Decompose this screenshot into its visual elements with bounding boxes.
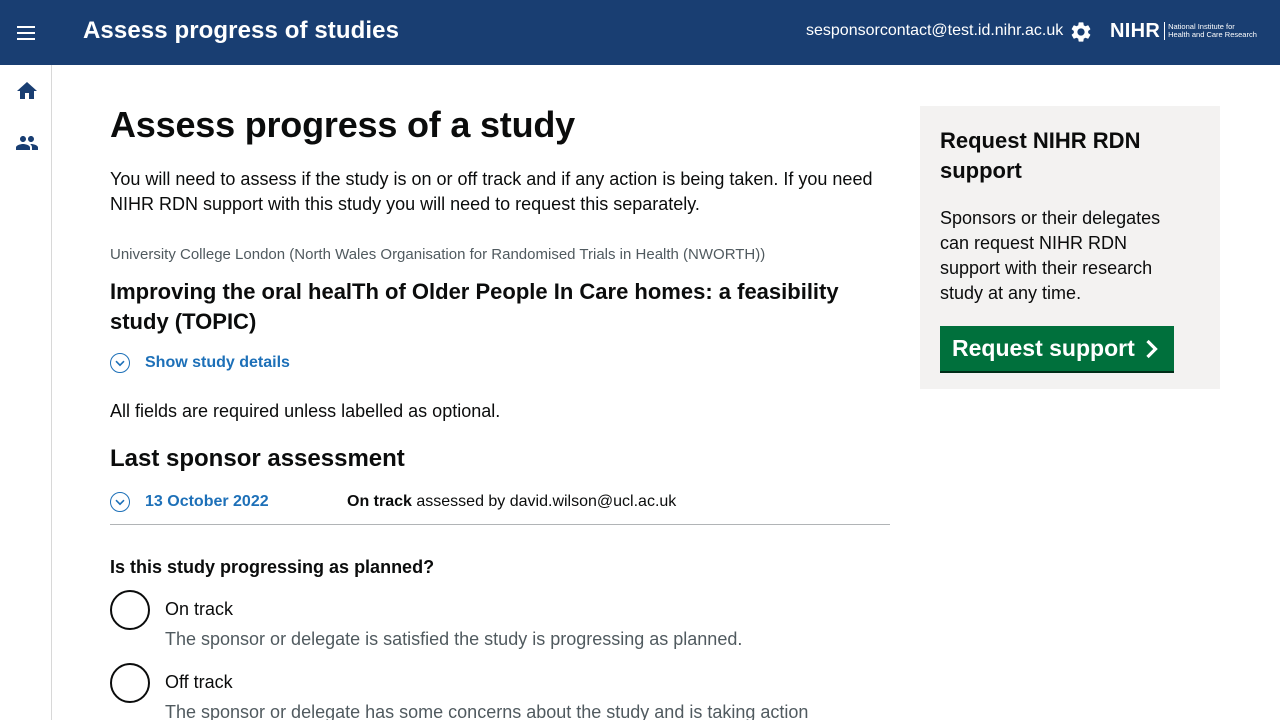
aside-title: Request NIHR RDN support [940,128,1141,183]
study-title: Improving the oral healTh of Older Peopl… [110,279,839,334]
app-title: Assess progress of studies [83,17,400,44]
logo-sub-text: National Institute for Health and Care R… [1168,22,1257,40]
radio-label: On track [165,599,234,619]
chevron-right-icon [1146,339,1158,358]
logo-sub-line2: Health and Care Research [1168,30,1257,39]
side-navigation [0,65,52,720]
radio-button[interactable] [110,663,150,703]
show-study-details-toggle[interactable]: Show study details [110,352,290,374]
intro-text: You will need to assess if the study is … [110,169,873,214]
assessment-date: 13 October 2022 [145,493,269,510]
gear-icon[interactable] [1069,20,1093,44]
last-assessment-heading: Last sponsor assessment [110,445,405,472]
show-study-details-label: Show study details [145,354,290,371]
request-support-button[interactable]: Request support [940,326,1174,371]
logo-main-text: NIHR [1110,19,1161,42]
request-support-label: Request support [952,335,1135,361]
radio-hint: The sponsor or delegate is satisfied the… [165,629,743,649]
radio-label: Off track [165,672,233,692]
nihr-logo[interactable]: NIHR National Institute for Health and C… [1110,19,1257,43]
top-header: Assess progress of studies sesponsorcont… [0,0,1280,65]
home-icon[interactable] [15,79,39,103]
progress-question: Is this study progressing as planned? [110,557,435,577]
assessment-status: On track assessed by david.wilson@ucl.ac… [347,493,676,511]
organisation-name: University College London (North Wales O… [110,246,766,263]
assessment-details-toggle[interactable]: 13 October 2022 [110,492,269,512]
people-icon[interactable] [15,131,39,155]
request-support-panel: Request NIHR RDN support Sponsors or the… [920,106,1220,389]
chevron-down-icon [110,492,130,512]
required-fields-note: All fields are required unless labelled … [110,401,501,421]
user-email: sesponsorcontact@test.id.nihr.ac.uk [806,22,1064,39]
aside-text: Sponsors or their delegates can request … [940,208,1161,303]
radio-hint: The sponsor or delegate has some concern… [165,702,809,720]
logo-divider [1164,22,1166,40]
assessed-by-text: assessed by david.wilson@ucl.ac.uk [411,493,677,510]
radio-button[interactable] [110,590,150,630]
last-assessment-row: 13 October 2022 On track assessed by dav… [110,490,890,525]
menu-icon[interactable] [15,22,39,44]
assessment-status-value: On track [347,493,412,510]
page-title: Assess progress of a study [110,104,575,145]
chevron-down-icon [110,353,130,373]
